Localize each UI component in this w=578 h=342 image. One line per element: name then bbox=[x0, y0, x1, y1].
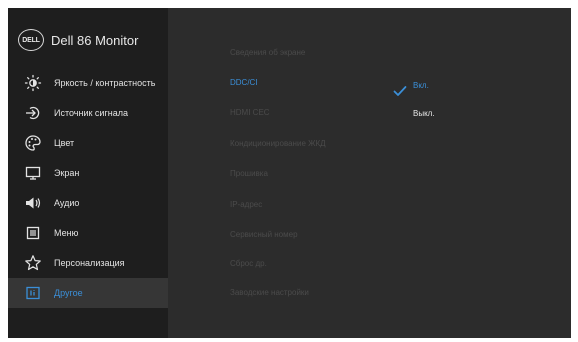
menu-label: Яркость / контрастность bbox=[54, 78, 156, 88]
menu-item-brightness-contrast[interactable]: Яркость / контрастность bbox=[8, 68, 168, 98]
option-lcd-conditioning[interactable]: Кондиционирование ЖКД bbox=[230, 139, 326, 148]
info-icon bbox=[24, 284, 42, 302]
monitor-title: Dell 86 Monitor bbox=[51, 32, 139, 48]
option-ddc-ci[interactable]: DDC/CI bbox=[230, 78, 258, 87]
dell-logo: DELL bbox=[18, 29, 44, 51]
hdmi-cec-value-off[interactable]: Выкл. bbox=[413, 109, 435, 118]
star-icon bbox=[24, 254, 42, 272]
display-icon bbox=[24, 164, 42, 182]
menu-label: Другое bbox=[54, 288, 83, 298]
option-firmware[interactable]: Прошивка bbox=[230, 169, 268, 178]
brand: DELL Dell 86 Monitor bbox=[18, 29, 138, 51]
checkmark-icon bbox=[393, 86, 407, 96]
option-display-info[interactable]: Сведения об экране bbox=[230, 48, 305, 57]
osd-window: DELL Dell 86 Monitor Яркость / контрастн… bbox=[8, 8, 571, 338]
option-service-tag[interactable]: Сервисный номер bbox=[230, 230, 298, 239]
menu-item-personalize[interactable]: Персонализация bbox=[8, 248, 168, 278]
menu-label: Цвет bbox=[54, 138, 75, 148]
menu-icon bbox=[24, 224, 42, 242]
brightness-icon bbox=[24, 74, 42, 92]
menu-item-audio[interactable]: Аудио bbox=[8, 188, 168, 218]
menu-label: Источник сигнала bbox=[54, 108, 128, 118]
menu-label: Аудио bbox=[54, 198, 80, 208]
ddc-ci-value-on[interactable]: Вкл. bbox=[413, 81, 429, 90]
sidebar: DELL Dell 86 Monitor Яркость / контрастн… bbox=[8, 8, 168, 338]
menu-label: Персонализация bbox=[54, 258, 125, 268]
speaker-icon bbox=[24, 194, 42, 212]
input-source-icon bbox=[24, 104, 42, 122]
menu-item-input-source[interactable]: Источник сигнала bbox=[8, 98, 168, 128]
menu-item-color[interactable]: Цвет bbox=[8, 128, 168, 158]
option-factory-reset[interactable]: Заводские настройки bbox=[230, 288, 309, 297]
menu-item-others[interactable]: Другое bbox=[8, 278, 168, 308]
menu-item-menu[interactable]: Меню bbox=[8, 218, 168, 248]
option-reset-others[interactable]: Сброс др. bbox=[230, 259, 267, 268]
menu-label: Меню bbox=[54, 228, 79, 238]
option-ip-address[interactable]: IP-адрес bbox=[230, 200, 262, 209]
option-hdmi-cec[interactable]: HDMI CEC bbox=[230, 108, 270, 117]
menu-label: Экран bbox=[54, 168, 80, 178]
menu-item-display[interactable]: Экран bbox=[8, 158, 168, 188]
palette-icon bbox=[24, 134, 42, 152]
